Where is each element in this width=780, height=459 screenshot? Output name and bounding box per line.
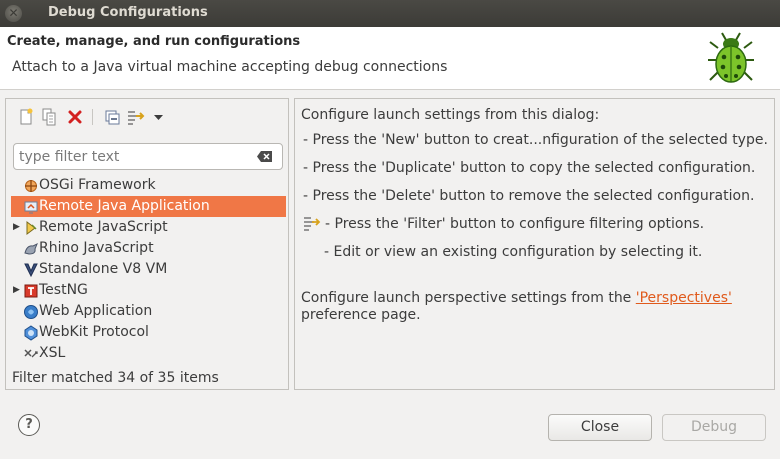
remote-java-icon — [24, 201, 38, 214]
configuration-info-panel: Configure launch settings from this dial… — [294, 98, 775, 390]
perspective-suffix: preference page. — [301, 307, 421, 323]
expand-arrow-icon[interactable]: ▶ — [13, 280, 20, 301]
delete-config-icon[interactable] — [65, 107, 85, 127]
configuration-tree: OSGi Framework Remote Java Application ▶ Re… — [11, 175, 286, 364]
web-application-icon — [24, 305, 38, 319]
duplicate-config-icon[interactable] — [40, 107, 60, 127]
testng-icon — [24, 284, 38, 298]
perspective-prefix: Configure launch perspective settings fr… — [301, 290, 632, 306]
toolbar-separator — [92, 109, 93, 125]
filter-field — [13, 143, 283, 170]
window-close-button[interactable]: ✕ — [5, 5, 22, 22]
tree-item-label: OSGi Framework — [39, 177, 156, 193]
info-intro: Configure launch settings from this dial… — [301, 107, 600, 123]
help-icon[interactable]: ? — [18, 414, 40, 436]
tree-item-label: Standalone V8 VM — [39, 261, 168, 277]
header-description: Attach to a Java virtual machine accepti… — [12, 59, 448, 75]
header-separator — [0, 89, 780, 90]
filter-input[interactable] — [19, 147, 249, 166]
filter-icon — [304, 217, 321, 231]
bug-icon — [708, 32, 754, 83]
tree-item-label: WebKit Protocol — [39, 324, 149, 340]
configuration-list-panel: OSGi Framework Remote Java Application ▶ Re… — [5, 98, 289, 390]
tree-item-label: Remote JavaScript — [39, 219, 168, 235]
tree-item-label: Remote Java Application — [39, 198, 210, 214]
rhino-icon — [24, 242, 38, 255]
tree-item-label: Rhino JavaScript — [39, 240, 154, 256]
remote-javascript-icon — [26, 221, 37, 235]
info-delete-line: - Press the 'Delete' button to remove th… — [303, 188, 755, 204]
info-new-line: - Press the 'New' button to creat...nfig… — [303, 132, 768, 148]
tree-item[interactable]: Remote Java Application — [11, 196, 286, 217]
title-bar: ✕ Debug Configurations — [0, 0, 780, 27]
tree-item-label: Web Application — [39, 303, 153, 319]
view-menu-chevron-down-icon[interactable] — [149, 107, 169, 127]
tree-item[interactable]: XSL — [11, 343, 286, 364]
info-filter-line: - Press the 'Filter' button to configure… — [325, 216, 705, 232]
tree-item[interactable]: ▶ TestNG — [11, 280, 286, 301]
tree-item[interactable]: Standalone V8 VM — [11, 259, 286, 280]
tree-item[interactable]: ▶ Remote JavaScript — [11, 217, 286, 238]
v8-icon — [24, 263, 38, 278]
debug-button[interactable]: Debug — [662, 414, 766, 441]
tree-item[interactable]: WebKit Protocol — [11, 322, 286, 343]
window-title: Debug Configurations — [48, 5, 208, 20]
tree-item-label: TestNG — [39, 282, 88, 298]
filter-status: Filter matched 34 of 35 items — [12, 370, 219, 386]
expand-arrow-icon[interactable]: ▶ — [13, 217, 20, 238]
header-title: Create, manage, and run configurations — [7, 34, 301, 49]
webkit-icon — [24, 325, 38, 341]
collapse-all-icon[interactable] — [102, 107, 122, 127]
info-duplicate-line: - Press the 'Duplicate' button to copy t… — [303, 160, 756, 176]
tree-item[interactable]: Web Application — [11, 301, 286, 322]
perspectives-link[interactable]: 'Perspectives' — [636, 290, 732, 306]
osgi-icon — [25, 180, 37, 192]
info-edit-line: - Edit or view an existing configuration… — [324, 244, 703, 260]
xsl-icon — [24, 349, 38, 358]
perspective-text: Configure launch perspective settings fr… — [301, 290, 732, 306]
tree-item-label: XSL — [39, 345, 66, 361]
new-config-icon[interactable] — [16, 107, 36, 127]
close-button[interactable]: Close — [548, 414, 652, 441]
tree-item[interactable]: OSGi Framework — [11, 175, 286, 196]
dialog-header: Create, manage, and run configurations A… — [0, 27, 780, 89]
clear-filter-icon[interactable] — [256, 150, 274, 163]
tree-item[interactable]: Rhino JavaScript — [11, 238, 286, 259]
filter-config-icon[interactable] — [126, 107, 146, 127]
